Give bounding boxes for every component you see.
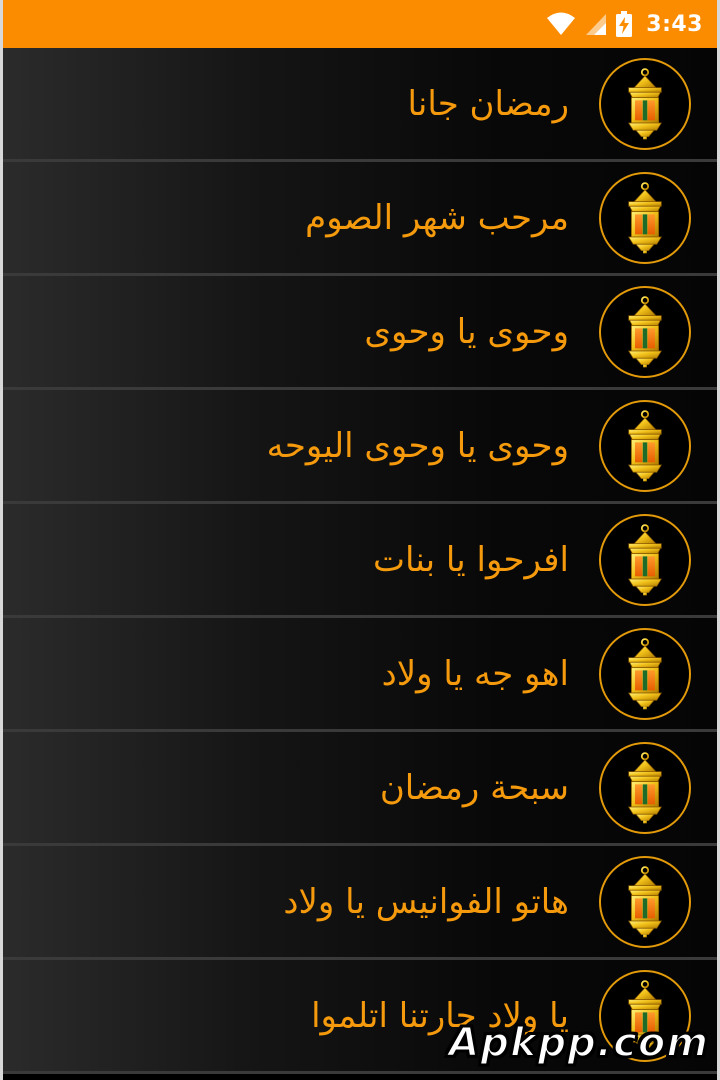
app-screen: 3:43 رمضان جانا مرحب شهر الصوم وحوى يا و…	[0, 0, 720, 1080]
song-list: رمضان جانا مرحب شهر الصوم وحوى يا وحوى و…	[3, 48, 717, 1080]
lantern-icon	[599, 57, 691, 150]
lantern-icon	[599, 741, 691, 834]
list-item-title: رمضان جانا	[407, 83, 569, 124]
list-item-title: مرحب شهر الصوم	[305, 197, 569, 238]
list-item[interactable]: مرحب شهر الصوم	[3, 162, 717, 276]
list-item[interactable]: هاتو الفوانيس يا ولاد	[3, 846, 717, 960]
list-item-title: اهو جه يا ولاد	[381, 653, 569, 694]
lantern-icon	[599, 285, 691, 378]
list-item[interactable]: اهو جه يا ولاد	[3, 618, 717, 732]
lantern-icon	[599, 513, 691, 606]
list-item-title: وحوى يا وحوى اليوحه	[266, 425, 569, 466]
list-item[interactable]: وحوى يا وحوى	[3, 276, 717, 390]
list-item[interactable]: افرحوا يا بنات	[3, 504, 717, 618]
list-item-title: هاتو الفوانيس يا ولاد	[283, 881, 569, 922]
clock: 3:43	[646, 11, 703, 37]
signal-icon	[584, 12, 608, 36]
status-bar: 3:43	[3, 0, 717, 48]
wifi-icon	[546, 12, 576, 36]
list-item-title: وحوى يا وحوى	[364, 311, 569, 352]
lantern-icon	[599, 627, 691, 720]
lantern-icon	[599, 171, 691, 264]
list-item-title: افرحوا يا بنات	[372, 539, 569, 580]
list-item[interactable]: رمضان جانا	[3, 48, 717, 162]
lantern-icon	[599, 855, 691, 948]
list-item[interactable]: سبحة رمضان	[3, 732, 717, 846]
lantern-icon	[599, 399, 691, 492]
battery-charging-icon	[616, 11, 633, 37]
watermark: Apkpp.com	[447, 1019, 709, 1067]
list-item[interactable]: وحوى يا وحوى اليوحه	[3, 390, 717, 504]
list-item-title: سبحة رمضان	[379, 767, 569, 808]
